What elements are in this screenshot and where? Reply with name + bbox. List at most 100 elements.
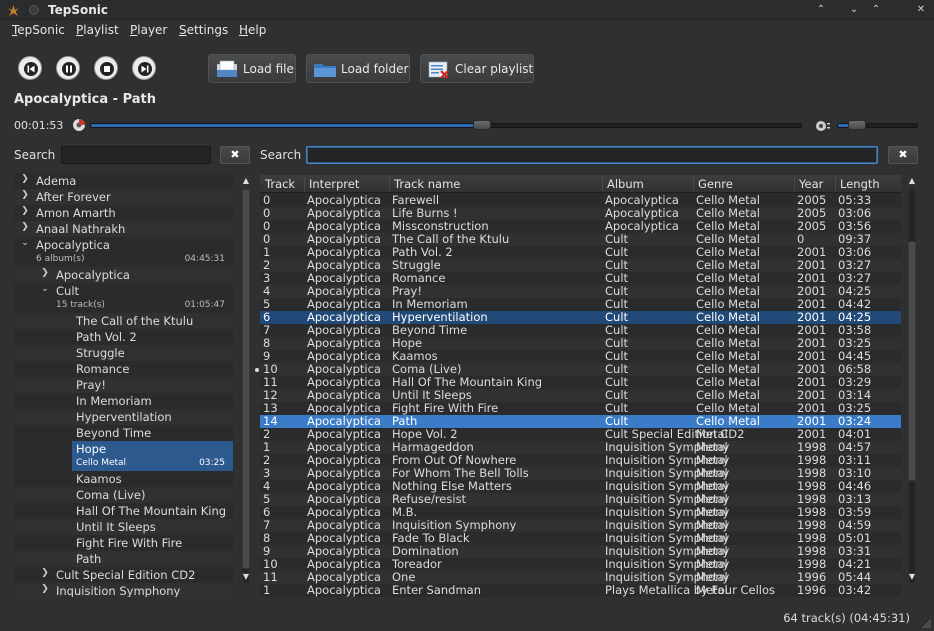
playlist-row[interactable]: 13 Apocalyptica Fight Fire With Fire Cult Ce… <box>260 402 901 415</box>
playlist-row[interactable]: 11 Apocalyptica One Inquisition Symphony Met… <box>260 571 901 584</box>
playlist-row[interactable]: 0 Apocalyptica Farewell Apocalyptica Cello M… <box>260 194 901 207</box>
playlist-row[interactable]: 1 Apocalyptica Path Vol. 2 Cult Cello Metal 2… <box>260 246 901 259</box>
playlist-row[interactable]: 0 Apocalyptica Life Burns ! Apocalyptica Cel… <box>260 207 901 220</box>
tree-track-selected[interactable]: Hope <box>72 441 233 457</box>
tree-track[interactable]: Path Vol. 2 <box>14 329 233 345</box>
playlist-row[interactable]: 11 Apocalyptica Hall Of The Mountain King C… <box>260 376 901 389</box>
menu-playlist[interactable]: Playlist <box>76 23 119 37</box>
playlist-row[interactable]: 6 Apocalyptica M.B. Inquisition Symphony Met… <box>260 506 901 519</box>
next-button[interactable] <box>132 56 156 80</box>
tree-track[interactable]: Kaamos <box>14 471 233 487</box>
playlist-row[interactable]: 1 Apocalyptica Enter Sandman Plays Metallic… <box>260 584 901 597</box>
playlist-scroll-thumb[interactable] <box>908 241 916 481</box>
playlist-row[interactable]: 0 Apocalyptica The Call of the Ktulu Cult Ce… <box>260 233 901 246</box>
tree-artist[interactable]: ❯ After Forever <box>14 189 233 205</box>
tree-track[interactable]: The Call of the Ktulu <box>14 313 233 329</box>
scroll-up-icon[interactable]: ▲ <box>240 175 252 187</box>
playlist-row[interactable]: 9 Apocalyptica Domination Inquisition Symph… <box>260 545 901 558</box>
tree-track[interactable]: Coma (Live) <box>14 487 233 503</box>
column-header-track[interactable]: Track <box>265 177 295 191</box>
tree-track[interactable]: Until It Sleeps <box>14 519 233 535</box>
playlist-search-input[interactable] <box>306 146 878 164</box>
tree-track[interactable]: Beyond Time <box>14 425 233 441</box>
pin-icon[interactable] <box>29 5 39 15</box>
tree-scroll-thumb[interactable] <box>242 189 250 569</box>
tree-track[interactable]: Hyperventilation <box>14 409 233 425</box>
column-header-album[interactable]: Album <box>607 177 644 191</box>
pause-button[interactable] <box>56 56 80 80</box>
playlist-row[interactable]: 4 Apocalyptica Pray! Cult Cello Metal 2001 04:… <box>260 285 901 298</box>
load-file-button[interactable]: Load file <box>208 54 296 83</box>
minimize-icon[interactable]: ⌄ <box>847 3 861 17</box>
scroll-down-icon[interactable]: ▼ <box>240 571 252 583</box>
tree-track[interactable]: Fight Fire With Fire <box>14 535 233 551</box>
column-header-interpret[interactable]: Interpret <box>309 177 359 191</box>
load-folder-button[interactable]: Load folder <box>306 54 410 83</box>
tree-track[interactable]: Path <box>14 551 233 567</box>
column-separator[interactable] <box>835 177 836 191</box>
playlist-row-selected[interactable]: 14 Apocalyptica Path Cult Cello Metal 2001 03:… <box>260 415 901 428</box>
seek-slider[interactable] <box>90 123 802 128</box>
clear-playlist-button[interactable]: Clear playlist <box>420 54 534 83</box>
resize-grip-icon[interactable] <box>922 619 932 629</box>
playlist-row[interactable]: 8 Apocalyptica Fade To Black Inquisition Sy… <box>260 532 901 545</box>
column-separator[interactable] <box>693 177 694 191</box>
tree-track[interactable]: Struggle <box>14 345 233 361</box>
tree-artist[interactable]: ❯ Amon Amarth <box>14 205 233 221</box>
playlist-row[interactable]: 3 Apocalyptica For Whom The Bell Tolls Inqu… <box>260 467 901 480</box>
playlist-scrollbar[interactable]: ▲ ▼ <box>906 175 918 597</box>
playlist-row[interactable]: 0 Apocalyptica Missconstruction Apocalyptic… <box>260 220 901 233</box>
tree-artist[interactable]: ❯ Adema <box>14 173 233 189</box>
column-header-year[interactable]: Year <box>799 177 823 191</box>
scroll-down-icon[interactable]: ▼ <box>906 571 918 583</box>
scroll-up-icon[interactable]: ▲ <box>906 175 918 187</box>
playlist-row[interactable]: 7 Apocalyptica Inquisition Symphony Inquisi… <box>260 519 901 532</box>
playlist-row[interactable]: 7 Apocalyptica Beyond Time Cult Cello Metal 2… <box>260 324 901 337</box>
tree-track[interactable]: In Memoriam <box>14 393 233 409</box>
tree-artist-expanded[interactable]: ⌄ Apocalyptica <box>14 237 233 253</box>
playlist-table[interactable]: Track Interpret Track name Album Genre Year Le… <box>260 175 901 597</box>
volume-handle[interactable] <box>848 120 866 130</box>
maximize-icon[interactable]: ⌃ <box>869 3 883 17</box>
seek-handle[interactable] <box>473 120 491 130</box>
playlist-row[interactable]: 2 Apocalyptica From Out Of Nowhere Inquisit… <box>260 454 901 467</box>
tree-track[interactable]: Hall Of The Mountain King <box>14 503 233 519</box>
tree-album-expanded[interactable]: ⌄ Cult <box>14 283 233 299</box>
clear-playlist-search-button[interactable]: ✖ <box>888 146 918 164</box>
tree-track[interactable]: Pray! <box>14 377 233 393</box>
column-header-track-name[interactable]: Track name <box>394 177 460 191</box>
previous-button[interactable] <box>18 56 42 80</box>
menu-help[interactable]: Help <box>239 23 266 37</box>
close-icon[interactable]: ✕ <box>914 3 928 17</box>
tree-track[interactable]: Romance <box>14 361 233 377</box>
playlist-row[interactable]: 3 Apocalyptica Romance Cult Cello Metal 2001 0… <box>260 272 901 285</box>
column-header-length[interactable]: Length <box>840 177 880 191</box>
playlist-row[interactable]: 10 Apocalyptica Toreador Inquisition Sympho… <box>260 558 901 571</box>
playlist-row[interactable]: 4 Apocalyptica Nothing Else Matters Inquisi… <box>260 480 901 493</box>
playlist-row[interactable]: 8 Apocalyptica Hope Cult Cello Metal 2001 03:2… <box>260 337 901 350</box>
menu-player[interactable]: Player <box>130 23 167 37</box>
playlist-row[interactable]: 2 Apocalyptica Struggle Cult Cello Metal 2001… <box>260 259 901 272</box>
menu-settings[interactable]: Settings <box>179 23 228 37</box>
keep-above-icon[interactable]: ⌃ <box>814 3 828 17</box>
collection-tree[interactable]: ❯ Adema ❯ After Forever ❯ Amon Amarth ❯ Anaa… <box>14 173 233 597</box>
playlist-row[interactable]: 12 Apocalyptica Until It Sleeps Cult Cello M… <box>260 389 901 402</box>
playlist-row[interactable]: 6 Apocalyptica Hyperventilation Cult Cello M… <box>260 311 901 324</box>
column-separator[interactable] <box>389 177 390 191</box>
column-header-genre[interactable]: Genre <box>698 177 733 191</box>
column-separator[interactable] <box>794 177 795 191</box>
tree-artist[interactable]: ❯ Anaal Nathrakh <box>14 221 233 237</box>
tree-album[interactable]: ❯ Cult Special Edition CD2 <box>14 567 233 583</box>
column-separator[interactable] <box>602 177 603 191</box>
stop-button[interactable] <box>94 56 118 80</box>
volume-icon[interactable] <box>815 120 831 132</box>
playlist-row[interactable]: 2 Apocalyptica Hope Vol. 2 Cult Special Edi… <box>260 428 901 441</box>
tree-album[interactable]: ❯ Apocalyptica <box>14 267 233 283</box>
column-separator[interactable] <box>304 177 305 191</box>
playlist-row[interactable]: 5 Apocalyptica Refuse/resist Inquisition Sy… <box>260 493 901 506</box>
menu-tepsonic[interactable]: TepSonic <box>12 23 65 37</box>
playlist-row[interactable]: 9 Apocalyptica Kaamos Cult Cello Metal 2001 04… <box>260 350 901 363</box>
collection-search-input[interactable] <box>61 146 211 164</box>
playlist-row[interactable]: 10 Apocalyptica Coma (Live) Cult Cello Metal… <box>260 363 901 376</box>
playlist-row[interactable]: 5 Apocalyptica In Memoriam Cult Cello Metal 2… <box>260 298 901 311</box>
